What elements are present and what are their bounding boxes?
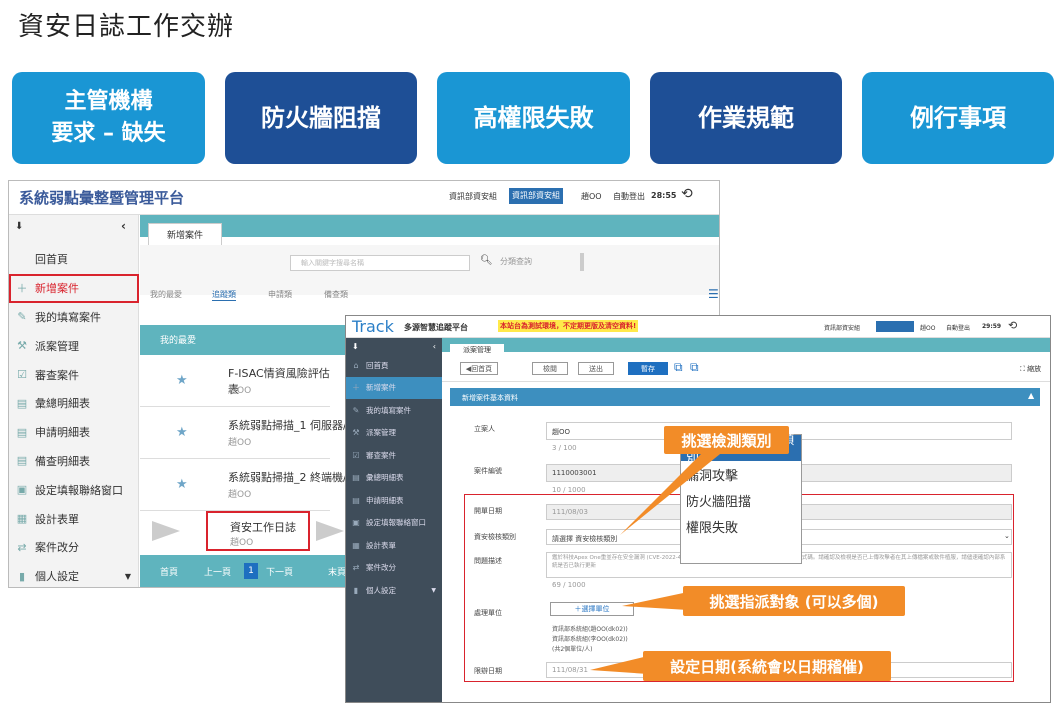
- callout-set-date: 設定日期(系統會以日期稽催): [643, 651, 891, 681]
- callout-pointer: [590, 656, 648, 674]
- callout-select-assignee: 挑選指派對象 (可以多個): [683, 586, 905, 616]
- callout-select-category: 挑選檢測類別: [664, 426, 789, 454]
- callout-pointer: [622, 592, 688, 610]
- callout-pointer: [620, 450, 725, 535]
